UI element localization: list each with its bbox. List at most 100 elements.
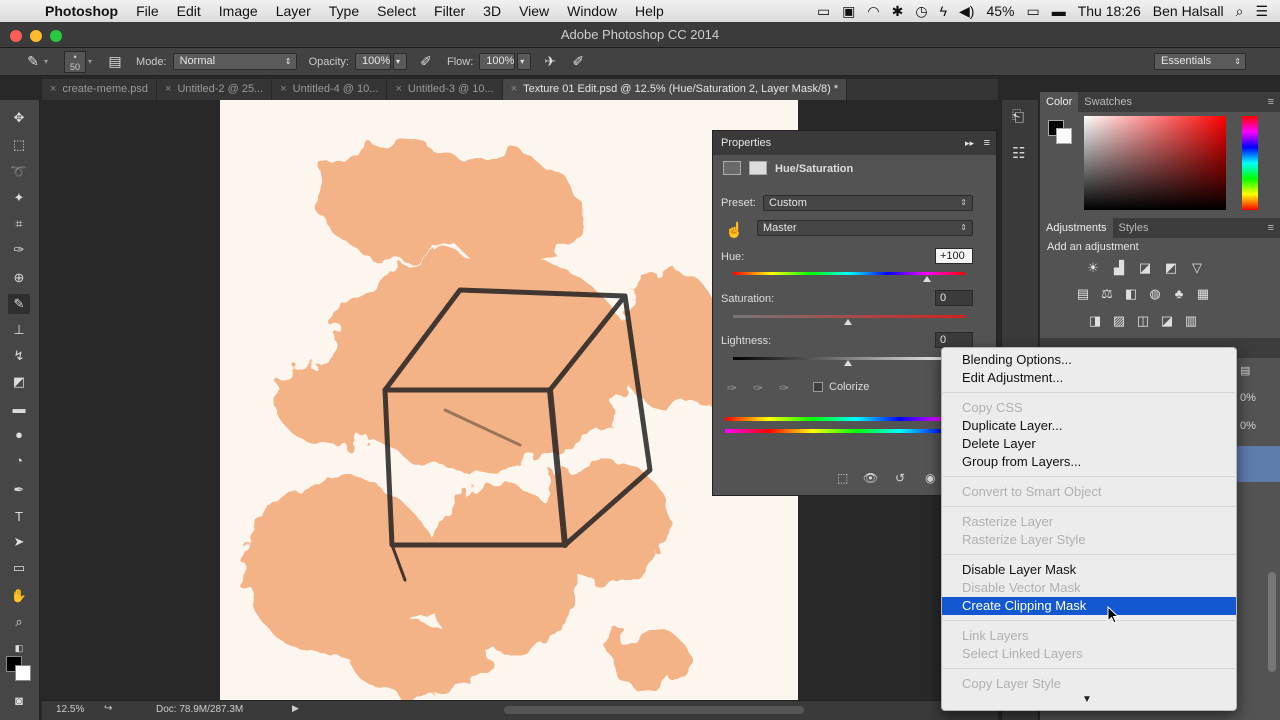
menu-layer[interactable]: Layer xyxy=(267,3,320,19)
menu-item-duplicate-layer[interactable]: Duplicate Layer... xyxy=(942,417,1236,435)
tab-swatches[interactable]: Swatches xyxy=(1078,92,1138,112)
document-tab[interactable]: × create-meme.psd xyxy=(42,79,158,100)
brush-tool-icon[interactable]: ✎ xyxy=(8,294,30,314)
history-panel-icon[interactable]: ⎗ xyxy=(1012,108,1024,125)
opacity-dropdown-icon[interactable]: ▾ xyxy=(392,53,407,70)
zoom-tool-icon[interactable]: ⌕ xyxy=(8,612,30,632)
horizontal-scrollbar[interactable] xyxy=(504,706,804,714)
invert-icon[interactable]: ◨ xyxy=(1086,313,1104,329)
hue-slider-thumb[interactable] xyxy=(923,276,931,282)
mode-select[interactable]: Normal ⇕ xyxy=(172,53,297,70)
channel-mixer-icon[interactable]: ♣ xyxy=(1170,286,1188,302)
zoom-level[interactable]: 12.5% xyxy=(56,704,84,715)
close-tab-icon[interactable]: × xyxy=(165,83,171,95)
menu-item-disable-layer-mask[interactable]: Disable Layer Mask xyxy=(942,561,1236,579)
layer-fill-value[interactable]: 0% xyxy=(1240,420,1256,432)
rectangle-tool-icon[interactable]: ▭ xyxy=(8,558,30,578)
menu-filter[interactable]: Filter xyxy=(425,3,474,19)
eraser-tool-icon[interactable]: ◩ xyxy=(8,372,30,392)
saturation-input[interactable]: 0 xyxy=(935,290,973,306)
volume-icon[interactable]: ◀) xyxy=(959,3,974,20)
user-name[interactable]: Ben Halsall xyxy=(1153,3,1224,19)
photo-filter-icon[interactable]: ◍ xyxy=(1146,286,1164,302)
panel-menu-icon[interactable]: ≡ xyxy=(1268,96,1280,108)
brush-tool-preset-icon[interactable]: ✎ xyxy=(22,52,44,72)
selective-color-icon[interactable]: ◪ xyxy=(1158,313,1176,329)
flag-icon[interactable]: ▬ xyxy=(1052,3,1066,19)
flow-dropdown-icon[interactable]: ▾ xyxy=(517,53,532,70)
eyedropper-tool-icon[interactable]: ✑ xyxy=(8,240,30,260)
document-tab[interactable]: × Untitled-2 @ 25... xyxy=(157,79,273,100)
minimize-window-button[interactable] xyxy=(30,30,42,42)
color-lookup-icon[interactable]: ▦ xyxy=(1194,286,1212,302)
wifi-icon[interactable]: ◠ xyxy=(867,3,879,20)
exposure-icon[interactable]: ◩ xyxy=(1162,260,1180,276)
document-tab[interactable]: × Untitled-3 @ 10... xyxy=(387,79,503,100)
menu-item-group-from-layers[interactable]: Group from Layers... xyxy=(942,453,1236,471)
history-brush-tool-icon[interactable]: ↯ xyxy=(8,346,30,366)
selected-layer-row[interactable] xyxy=(1236,446,1280,482)
posterize-icon[interactable]: ▨ xyxy=(1110,313,1128,329)
menu-edit[interactable]: Edit xyxy=(168,3,210,19)
pen-tool-icon[interactable]: ✒ xyxy=(8,480,30,500)
menu-view[interactable]: View xyxy=(510,3,558,19)
spotlight-search-icon[interactable]: ⌕ xyxy=(1236,3,1244,20)
bluetooth-icon[interactable]: ✱ xyxy=(892,3,904,20)
layer-mask-icon[interactable] xyxy=(749,161,767,175)
hand-tool-icon[interactable]: ✋ xyxy=(8,586,30,606)
marquee-tool-icon[interactable]: ⬚ xyxy=(8,135,30,155)
color-balance-icon[interactable]: ⚖ xyxy=(1098,286,1116,302)
menu-select[interactable]: Select xyxy=(368,3,425,19)
threshold-icon[interactable]: ◫ xyxy=(1134,313,1152,329)
menu-3d[interactable]: 3D xyxy=(474,3,510,19)
clip-to-layer-icon[interactable]: ⬚ xyxy=(837,471,848,485)
clock[interactable]: Thu 18:26 xyxy=(1078,3,1141,19)
opacity-input[interactable]: 100% xyxy=(354,53,391,70)
brush-size-picker[interactable]: • 50 xyxy=(64,50,87,73)
gradient-tool-icon[interactable]: ▬ xyxy=(8,398,30,418)
dodge-tool-icon[interactable]: ◔ xyxy=(8,450,30,470)
gradient-map-icon[interactable]: ▥ xyxy=(1182,313,1200,329)
tool-preset-chevron-icon[interactable]: ▾ xyxy=(44,57,48,66)
panel-menu-icon[interactable]: ≡ xyxy=(1268,222,1280,234)
blur-tool-icon[interactable]: ● xyxy=(8,424,30,444)
quick-mask-icon[interactable]: ◙ xyxy=(8,690,30,710)
close-tab-icon[interactable]: × xyxy=(280,83,286,95)
type-tool-icon[interactable]: T xyxy=(8,506,30,526)
notification-center-icon[interactable]: ☰ xyxy=(1255,3,1268,20)
eyedropper-icon[interactable]: ✑ xyxy=(727,381,737,395)
close-tab-icon[interactable]: × xyxy=(511,83,517,95)
time-machine-icon[interactable]: ◷ xyxy=(915,3,927,20)
menu-item-create-clipping-mask[interactable]: Create Clipping Mask xyxy=(942,597,1236,615)
menu-window[interactable]: Window xyxy=(558,3,626,19)
quick-select-tool-icon[interactable]: ✦ xyxy=(8,188,30,208)
channel-select[interactable]: Master ⇕ xyxy=(757,220,973,236)
move-tool-icon[interactable]: ✥ xyxy=(8,108,30,128)
collapse-panel-icon[interactable]: ▸▸ xyxy=(965,131,974,155)
path-selection-tool-icon[interactable]: ➤ xyxy=(8,532,30,552)
lightness-slider-thumb[interactable] xyxy=(844,360,852,366)
document-tab-active[interactable]: × Texture 01 Edit.psd @ 12.5% (Hue/Satura… xyxy=(502,79,848,100)
levels-icon[interactable]: ▟ xyxy=(1110,260,1128,276)
targeted-adjust-hand-icon[interactable]: ☝ xyxy=(725,221,744,239)
lasso-tool-icon[interactable]: ➰ xyxy=(8,162,30,182)
close-tab-icon[interactable]: × xyxy=(395,83,401,95)
power-icon[interactable]: ϟ xyxy=(940,3,947,19)
hue-slider[interactable] xyxy=(733,272,965,275)
saturation-slider[interactable] xyxy=(733,315,965,318)
flow-input[interactable]: 100% xyxy=(479,53,516,70)
layer-filter-icon[interactable]: ▤ xyxy=(1240,364,1250,377)
clone-stamp-tool-icon[interactable]: ⊥ xyxy=(8,320,30,340)
hue-input[interactable]: +100 xyxy=(935,248,973,264)
properties-header[interactable]: Properties ▸▸ ≡ xyxy=(713,131,996,155)
background-color-swatch[interactable] xyxy=(15,665,31,681)
properties-panel-icon[interactable]: ☷ xyxy=(1012,144,1025,162)
tab-adjustments[interactable]: Adjustments xyxy=(1040,218,1113,238)
menu-item-blending-options[interactable]: Blending Options... xyxy=(942,351,1236,369)
workspace-select[interactable]: Essentials ⇕ xyxy=(1154,53,1246,70)
status-share-icon[interactable]: ↪ xyxy=(104,703,112,714)
airplay-icon[interactable]: ▭ xyxy=(817,3,830,20)
panel-menu-icon[interactable]: ≡ xyxy=(984,131,990,155)
tab-styles[interactable]: Styles xyxy=(1113,218,1155,238)
menu-app-name[interactable]: Photoshop xyxy=(36,3,127,19)
